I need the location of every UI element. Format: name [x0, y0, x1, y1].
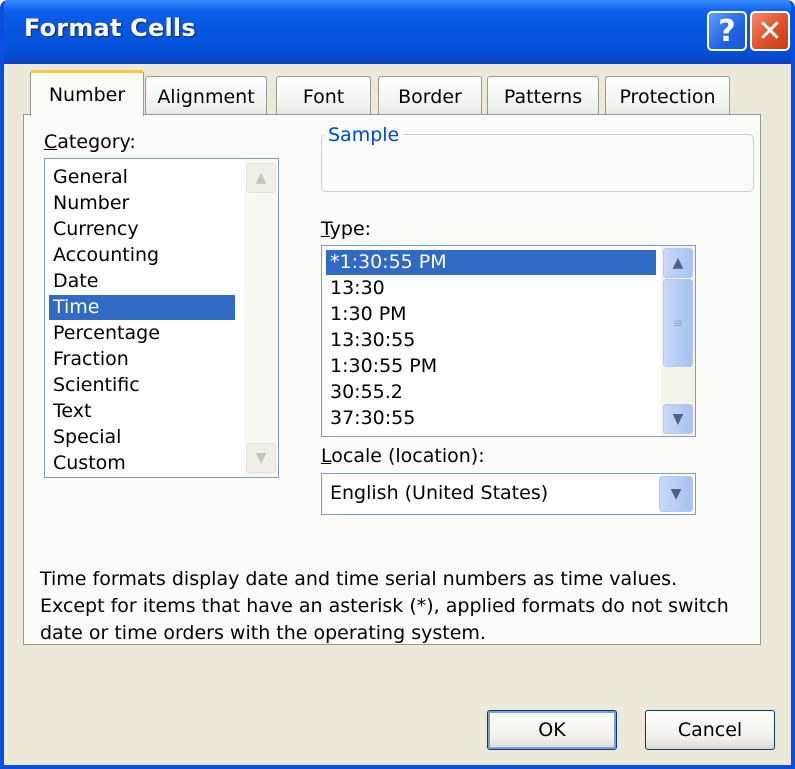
tab-alignment[interactable]: Alignment: [145, 76, 267, 116]
category-item-date[interactable]: Date: [49, 269, 102, 294]
help-icon: ?: [718, 13, 736, 49]
tab-label: Border: [398, 85, 462, 108]
label-text: ocale (location):: [331, 445, 485, 467]
category-item-fraction[interactable]: Fraction: [49, 347, 133, 372]
category-item-accounting[interactable]: Accounting: [49, 243, 163, 268]
mnemonic: T: [321, 218, 330, 240]
up-arrow-icon: ▲: [672, 255, 684, 271]
scroll-up-button[interactable]: ▲: [663, 248, 693, 278]
type-listbox[interactable]: *1:30:55 PM 13:30 1:30 PM 13:30:55 1:30:…: [321, 245, 696, 437]
category-label: Category:: [44, 131, 136, 153]
locale-value: English (United States): [330, 482, 549, 504]
tab-label: Number: [48, 83, 126, 106]
type-item[interactable]: 1:30:55 PM: [326, 354, 441, 379]
title-bar[interactable]: Format Cells ? ✕: [4, 0, 791, 64]
grip-icon: ≡: [672, 316, 684, 330]
tab-label: Patterns: [503, 85, 583, 108]
close-icon: ✕: [757, 13, 783, 49]
type-item[interactable]: 1:30 PM: [326, 302, 411, 327]
locale-dropdown-button[interactable]: ▼: [659, 476, 693, 512]
type-scrollbar[interactable]: ▲ ≡ ▼: [661, 246, 695, 436]
category-item-time[interactable]: Time: [49, 295, 235, 320]
tab-patterns[interactable]: Patterns: [487, 76, 599, 116]
category-listbox[interactable]: General Number Currency Accounting Date …: [44, 158, 279, 478]
locale-label: Locale (location):: [321, 445, 485, 467]
category-item-text[interactable]: Text: [49, 399, 95, 424]
ok-button[interactable]: OK: [487, 710, 617, 750]
category-item-scientific[interactable]: Scientific: [49, 373, 144, 398]
window-title: Format Cells: [24, 14, 196, 42]
type-item[interactable]: 30:55.2: [326, 380, 407, 405]
format-description: Time formats display date and time seria…: [40, 568, 729, 644]
type-item[interactable]: 13:30: [326, 276, 389, 301]
category-item-currency[interactable]: Currency: [49, 217, 143, 242]
ok-label: OK: [538, 719, 566, 741]
category-item-general[interactable]: General: [49, 165, 132, 190]
locale-dropdown[interactable]: English (United States) ▼: [321, 473, 696, 515]
label-text: ype:: [329, 218, 372, 240]
down-arrow-icon: ▼: [672, 411, 684, 427]
format-cells-dialog: Format Cells ? ✕ Number Alignment Font B…: [0, 0, 795, 769]
type-item[interactable]: *1:30:55 PM: [326, 250, 656, 275]
tab-label: Font: [302, 85, 345, 108]
category-item-custom[interactable]: Custom: [49, 451, 130, 476]
tab-label: Protection: [619, 85, 716, 108]
category-scrollbar[interactable]: ▲ ▼: [244, 159, 278, 477]
cancel-label: Cancel: [677, 719, 743, 741]
type-item[interactable]: 37:30:55: [326, 406, 419, 431]
up-arrow-icon: ▲: [255, 170, 267, 186]
category-item-percentage[interactable]: Percentage: [49, 321, 164, 346]
cancel-button[interactable]: Cancel: [645, 710, 775, 750]
label-text: ategory:: [57, 131, 136, 153]
dialog-body: Number Alignment Font Border Patterns Pr…: [4, 64, 791, 765]
tab-border[interactable]: Border: [378, 76, 482, 116]
type-item[interactable]: 13:30:55: [326, 328, 419, 353]
tab-protection[interactable]: Protection: [605, 76, 730, 116]
close-button[interactable]: ✕: [750, 11, 790, 51]
mnemonic: C: [44, 131, 58, 153]
category-item-number[interactable]: Number: [49, 191, 133, 216]
tab-font[interactable]: Font: [276, 76, 371, 116]
scroll-down-button[interactable]: ▼: [246, 443, 276, 473]
type-label: Type:: [321, 218, 371, 240]
scroll-down-button[interactable]: ▼: [663, 404, 693, 434]
scroll-thumb[interactable]: ≡: [663, 279, 693, 367]
scroll-up-button[interactable]: ▲: [246, 163, 276, 193]
down-arrow-icon: ▼: [255, 450, 267, 466]
sample-label: Sample: [324, 124, 404, 146]
tab-number[interactable]: Number: [30, 70, 144, 116]
chevron-down-icon: ▼: [670, 486, 682, 502]
help-button[interactable]: ?: [707, 11, 747, 51]
category-item-special[interactable]: Special: [49, 425, 125, 450]
mnemonic: L: [321, 445, 332, 467]
tab-label: Alignment: [157, 85, 255, 108]
